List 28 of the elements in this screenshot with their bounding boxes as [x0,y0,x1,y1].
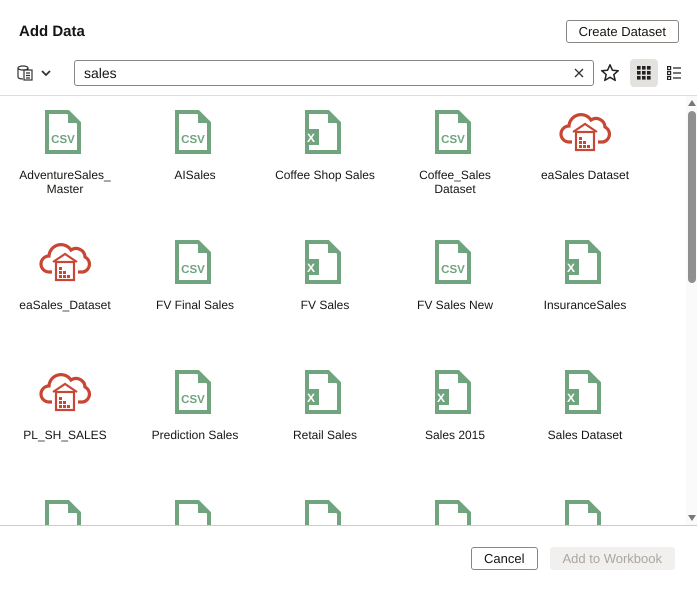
cancel-button[interactable]: Cancel [471,546,538,570]
cloud-warehouse-icon[interactable] [39,370,91,414]
dataset-name[interactable]: FV Sales [270,298,380,312]
dataset-name[interactable]: FV Sales New [400,298,510,312]
scrollbar[interactable] [686,96,697,525]
dataset-name[interactable]: PL_SH_SALES [10,428,120,442]
grid-view-button[interactable] [630,59,658,87]
favorite-star-icon[interactable] [600,63,620,83]
dialog-title: Add Data [19,22,85,40]
dataset-name[interactable]: FV Final Sales [140,298,250,312]
clear-icon[interactable] [574,68,584,78]
list-icon [667,66,681,80]
dataset-name[interactable]: AISales [140,168,250,182]
search-field[interactable]: sales [74,60,594,86]
dataset-name[interactable]: eaSales Dataset [530,168,640,182]
cloud-warehouse-icon[interactable] [559,110,611,154]
dataset-name[interactable]: AdventureSales_ Master [10,168,120,196]
dataset-name[interactable]: Retail Sales [270,428,380,442]
grid-icon [637,66,651,80]
dataset-name[interactable]: Prediction Sales [140,428,250,442]
dataset-name[interactable]: InsuranceSales [530,298,640,312]
dataset-name[interactable]: Coffee_Sales Dataset [400,168,510,196]
cloud-warehouse-icon[interactable] [39,240,91,284]
dataset-name[interactable]: Sales 2015 [400,428,510,442]
dataset-name[interactable]: eaSales_Dataset [10,298,120,312]
dataset-name[interactable]: Coffee Shop Sales [270,168,380,182]
create-dataset-button[interactable]: Create Dataset [566,20,679,42]
dataset-name[interactable]: Sales Dataset [530,428,640,442]
